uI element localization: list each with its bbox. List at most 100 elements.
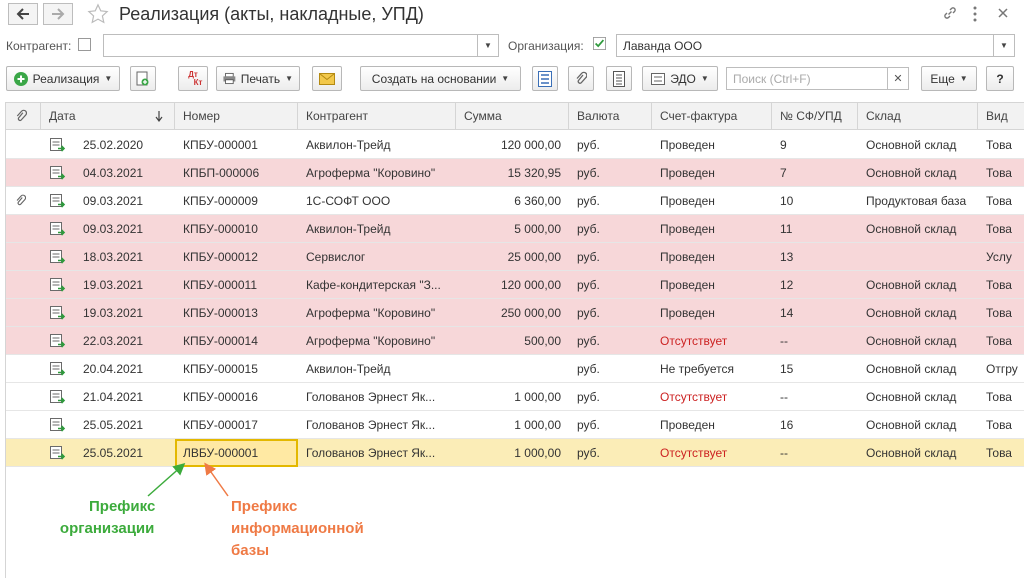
cell-number[interactable]: КПБУ-000010 xyxy=(175,215,298,243)
cell-kind[interactable]: Това xyxy=(978,271,1024,299)
cell-warehouse[interactable]: Основной склад xyxy=(858,355,978,383)
cell-currency[interactable]: руб. xyxy=(569,159,652,187)
cell-counterparty[interactable]: Кафе-кондитерская "З... xyxy=(298,271,456,299)
send-email-button[interactable] xyxy=(312,66,342,91)
cell-currency[interactable]: руб. xyxy=(569,215,652,243)
cell-date[interactable]: 25.02.2020 xyxy=(75,131,175,159)
cell-warehouse[interactable] xyxy=(858,243,978,271)
cell-warehouse[interactable]: Продуктовая база xyxy=(858,187,978,215)
organization-checkbox[interactable] xyxy=(593,37,606,50)
cell-sum[interactable]: 250 000,00 xyxy=(456,299,569,327)
cell-date[interactable]: 19.03.2021 xyxy=(75,271,175,299)
cell-counterparty[interactable]: Аквилон-Трейд xyxy=(298,355,456,383)
cell-number[interactable]: КПБУ-000001 xyxy=(175,131,298,159)
cell-invoice[interactable]: Проведен xyxy=(652,299,772,327)
column-counterparty[interactable]: Контрагент xyxy=(298,103,456,130)
search-input[interactable]: Поиск (Ctrl+F) xyxy=(726,67,888,90)
cell-number[interactable]: КПБУ-000016 xyxy=(175,383,298,411)
table-row[interactable]: 19.03.2021 КПБУ-000011 Кафе-кондитерская "… xyxy=(6,271,1024,299)
cell-counterparty[interactable]: Голованов Эрнест Як... xyxy=(298,411,456,439)
cell-counterparty[interactable]: Аквилон-Трейд xyxy=(298,215,456,243)
cell-warehouse[interactable]: Основной склад xyxy=(858,327,978,355)
cell-number[interactable]: КПБУ-000011 xyxy=(175,271,298,299)
cell-number[interactable]: КПБУ-000012 xyxy=(175,243,298,271)
cell-counterparty[interactable]: 1С-СОФТ ООО xyxy=(298,187,456,215)
cell-sf-number[interactable]: 9 xyxy=(772,131,858,159)
cell-kind[interactable]: Това xyxy=(978,299,1024,327)
link-icon[interactable] xyxy=(942,5,958,21)
table-row[interactable]: 25.02.2020 КПБУ-000001 Аквилон-Трейд 120 00… xyxy=(6,131,1024,159)
counterparty-checkbox[interactable] xyxy=(78,38,91,51)
cell-warehouse[interactable]: Основной склад xyxy=(858,131,978,159)
cell-invoice[interactable]: Проведен xyxy=(652,243,772,271)
column-number[interactable]: Номер xyxy=(175,103,298,130)
cell-sum[interactable]: 120 000,00 xyxy=(456,131,569,159)
cell-kind[interactable]: Това xyxy=(978,131,1024,159)
copy-button[interactable] xyxy=(130,66,156,91)
table-row[interactable]: 09.03.2021 КПБУ-000009 1С-СОФТ ООО 6 360,00… xyxy=(6,187,1024,215)
cell-sf-number[interactable]: 16 xyxy=(772,411,858,439)
cell-sum[interactable]: 5 000,00 xyxy=(456,215,569,243)
help-button[interactable]: ? xyxy=(986,66,1014,91)
cell-currency[interactable]: руб. xyxy=(569,355,652,383)
cell-sum[interactable]: 1 000,00 xyxy=(456,411,569,439)
cell-sum[interactable]: 500,00 xyxy=(456,327,569,355)
cell-currency[interactable]: руб. xyxy=(569,411,652,439)
cell-warehouse[interactable]: Основной склад xyxy=(858,271,978,299)
cell-date[interactable]: 04.03.2021 xyxy=(75,159,175,187)
back-button[interactable] xyxy=(8,3,38,25)
cell-sum[interactable]: 25 000,00 xyxy=(456,243,569,271)
cell-kind[interactable]: Това xyxy=(978,439,1024,467)
cell-invoice[interactable]: Проведен xyxy=(652,215,772,243)
cell-currency[interactable]: руб. xyxy=(569,187,652,215)
cell-invoice[interactable]: Отсутствует xyxy=(652,383,772,411)
counterparty-dropdown-button[interactable]: ▼ xyxy=(478,34,499,57)
cell-date[interactable]: 22.03.2021 xyxy=(75,327,175,355)
cell-invoice[interactable]: Проведен xyxy=(652,159,772,187)
cell-sum[interactable]: 6 360,00 xyxy=(456,187,569,215)
cell-counterparty[interactable]: Сервислог xyxy=(298,243,456,271)
cell-warehouse[interactable]: Основной склад xyxy=(858,215,978,243)
cell-sf-number[interactable]: 12 xyxy=(772,271,858,299)
cell-invoice[interactable]: Отсутствует xyxy=(652,327,772,355)
cell-sum[interactable]: 15 320,95 xyxy=(456,159,569,187)
cell-invoice[interactable]: Проведен xyxy=(652,131,772,159)
cell-sum[interactable]: 1 000,00 xyxy=(456,383,569,411)
column-warehouse[interactable]: Склад xyxy=(858,103,978,130)
cell-kind[interactable]: Отгру xyxy=(978,355,1024,383)
cell-sf-number[interactable]: 10 xyxy=(772,187,858,215)
more-button[interactable]: Еще ▼ xyxy=(921,66,977,91)
cell-currency[interactable]: руб. xyxy=(569,243,652,271)
cell-currency[interactable]: руб. xyxy=(569,439,652,467)
counterparty-field[interactable] xyxy=(103,34,478,57)
column-invoice[interactable]: Счет-фактура xyxy=(652,103,772,130)
cell-date[interactable]: 21.04.2021 xyxy=(75,383,175,411)
cell-currency[interactable]: руб. xyxy=(569,299,652,327)
print-button[interactable]: Печать ▼ xyxy=(216,66,300,91)
table-row[interactable]: 25.05.2021 КПБУ-000017 Голованов Эрнест Як… xyxy=(6,411,1024,439)
table-row[interactable]: 21.04.2021 КПБУ-000016 Голованов Эрнест Як… xyxy=(6,383,1024,411)
cell-date[interactable]: 19.03.2021 xyxy=(75,299,175,327)
cell-sum[interactable]: 120 000,00 xyxy=(456,271,569,299)
table-row[interactable]: 25.05.2021 ЛВБУ-000001 Голованов Эрнест Як… xyxy=(6,439,1024,467)
cell-kind[interactable]: Това xyxy=(978,159,1024,187)
organization-dropdown-button[interactable]: ▼ xyxy=(994,34,1015,57)
cell-sf-number[interactable]: 7 xyxy=(772,159,858,187)
cell-date[interactable]: 25.05.2021 xyxy=(75,411,175,439)
cell-invoice[interactable]: Не требуется xyxy=(652,355,772,383)
cell-sf-number[interactable]: -- xyxy=(772,439,858,467)
cell-currency[interactable]: руб. xyxy=(569,327,652,355)
cell-kind[interactable]: Това xyxy=(978,383,1024,411)
forward-button[interactable] xyxy=(43,3,73,25)
table-row[interactable]: 20.04.2021 КПБУ-000015 Аквилон-Трейд руб. Не… xyxy=(6,355,1024,383)
more-icon[interactable] xyxy=(972,6,978,22)
table-row[interactable]: 22.03.2021 КПБУ-000014 Агроферма "Коровино… xyxy=(6,327,1024,355)
cell-kind[interactable]: Това xyxy=(978,327,1024,355)
cell-sf-number[interactable]: 15 xyxy=(772,355,858,383)
cell-warehouse[interactable]: Основной склад xyxy=(858,299,978,327)
close-icon[interactable] xyxy=(998,8,1008,18)
cell-number[interactable]: КПБУ-000009 xyxy=(175,187,298,215)
cell-sf-number[interactable]: 14 xyxy=(772,299,858,327)
cell-warehouse[interactable]: Основной склад xyxy=(858,439,978,467)
dt-kt-button[interactable]: Дт Кт xyxy=(178,66,208,91)
